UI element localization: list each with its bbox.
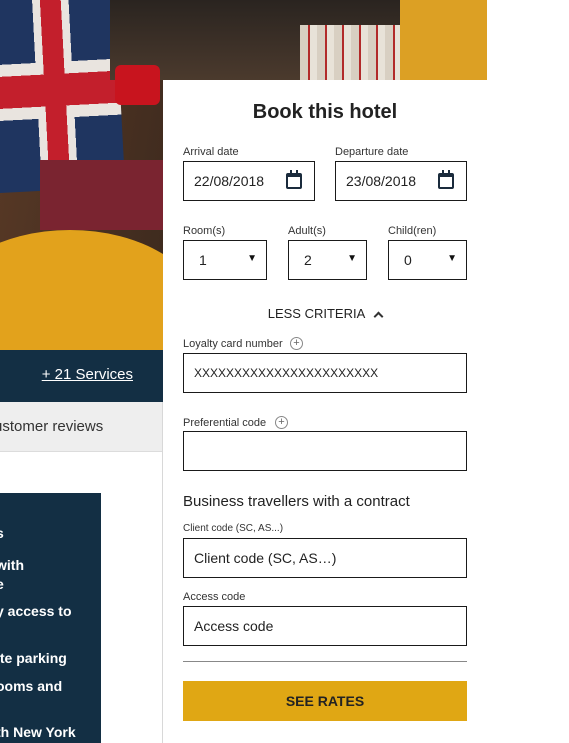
departure-date-value: 23/08/2018 [346, 173, 417, 189]
preferential-code-field[interactable] [183, 431, 467, 471]
access-code-field[interactable]: Access code [183, 606, 467, 646]
rooms-value: 1 [199, 252, 207, 268]
info-line: s [0, 525, 4, 541]
booking-title: Book this hotel [252, 101, 398, 123]
arrival-date-value: 22/08/2018 [194, 173, 265, 189]
arrival-date-field[interactable]: 22/08/2018 [183, 161, 315, 201]
access-code-label: Access code [183, 591, 246, 603]
info-line: y access to [0, 603, 72, 619]
info-line: e [0, 576, 4, 592]
business-travellers-heading: Business travellers with a contract [183, 493, 410, 510]
less-criteria-toggle[interactable]: LESS CRITERIA [163, 306, 487, 322]
loyalty-card-value: XXXXXXXXXXXXXXXXXXXXXXX [194, 366, 379, 380]
client-code-field[interactable]: Client code (SC, AS…) [183, 538, 467, 578]
caret-down-icon: ▼ [347, 253, 357, 264]
adults-select[interactable]: 2 ▼ [288, 240, 367, 280]
info-line: ooms and [0, 678, 63, 694]
loyalty-card-field[interactable]: XXXXXXXXXXXXXXXXXXXXXXX [183, 353, 467, 393]
children-select[interactable]: 0 ▼ [388, 240, 467, 280]
booking-panel: Book this hotel Arrival date 22/08/2018 … [163, 80, 487, 743]
info-line: th New York [0, 724, 76, 740]
client-code-label: Client code (SC, AS...) [183, 523, 284, 534]
loyalty-card-label: Loyalty card number [183, 338, 283, 350]
rooms-label: Room(s) [183, 225, 226, 237]
yellow-cushion-decor [400, 0, 487, 80]
services-bar: + 21 Services [0, 350, 163, 402]
calendar-icon[interactable] [438, 170, 454, 189]
client-code-placeholder: Client code (SC, AS…) [194, 550, 337, 566]
less-criteria-label: LESS CRITERIA [267, 306, 366, 321]
divider [183, 661, 467, 662]
adults-label: Adult(s) [288, 225, 326, 237]
customer-reviews-label: ustomer reviews [0, 418, 104, 435]
chevron-up-icon [373, 311, 384, 322]
access-code-placeholder: Access code [194, 618, 274, 634]
books-decor [300, 25, 400, 80]
departure-date-label: Departure date [335, 146, 409, 158]
customer-reviews-tab[interactable]: ustomer reviews [0, 402, 163, 452]
red-object-decor [115, 65, 160, 105]
arrival-date-label: Arrival date [183, 146, 239, 158]
calendar-icon[interactable] [286, 170, 302, 189]
caret-down-icon: ▼ [247, 253, 257, 264]
see-rates-button[interactable]: SEE RATES [183, 681, 467, 721]
info-line: ite parking [0, 650, 67, 666]
adults-value: 2 [304, 252, 312, 268]
services-link[interactable]: + 21 Services [42, 366, 133, 383]
departure-date-field[interactable]: 23/08/2018 [335, 161, 467, 201]
plus-circle-icon[interactable]: + [290, 337, 303, 350]
rooms-select[interactable]: 1 ▼ [183, 240, 267, 280]
children-value: 0 [404, 252, 412, 268]
caret-down-icon: ▼ [447, 253, 457, 264]
info-line: with [0, 557, 24, 573]
hotel-info-box: s with e y access to ite parking ooms an… [0, 493, 101, 743]
preferential-code-label: Preferential code [183, 417, 267, 429]
children-label: Child(ren) [388, 225, 437, 237]
plus-circle-icon[interactable]: + [275, 416, 288, 429]
